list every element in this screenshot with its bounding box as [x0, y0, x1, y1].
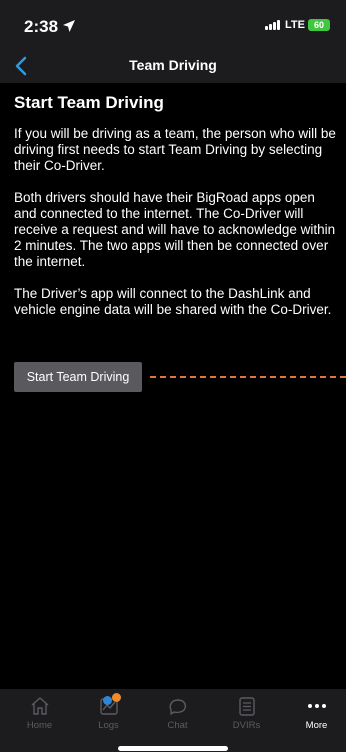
- tab-label: Logs: [98, 720, 119, 731]
- status-indicators: LTE 60: [265, 19, 330, 31]
- start-team-driving-button[interactable]: Start Team Driving: [14, 362, 142, 392]
- instruction-paragraph: If you will be driving as a team, the pe…: [14, 126, 336, 173]
- tab-logs[interactable]: Logs: [74, 693, 143, 731]
- tab-label: More: [305, 720, 328, 731]
- tab-bar: Home Logs Chat DVIRs More: [0, 689, 346, 752]
- section-heading: Start Team Driving: [14, 93, 164, 112]
- team-driving-content: Start Team Driving If you will be drivin…: [14, 93, 336, 334]
- tab-label: Chat: [167, 720, 188, 731]
- network-type: LTE: [285, 19, 305, 31]
- instruction-paragraph: Both drivers should have their BigRoad a…: [14, 190, 336, 269]
- tab-more[interactable]: More: [282, 695, 346, 731]
- status-time: 2:38: [24, 17, 59, 36]
- location-arrow-icon: [63, 20, 75, 32]
- tab-label: Home: [26, 720, 53, 731]
- status-bar: 2:38 LTE 60: [0, 0, 346, 50]
- home-icon: [31, 697, 48, 715]
- tab-home[interactable]: Home: [5, 695, 74, 731]
- dvirs-icon: [238, 697, 255, 716]
- logs-badge-blue: [103, 696, 112, 705]
- home-indicator[interactable]: [118, 746, 228, 751]
- signal-icon: [265, 20, 281, 30]
- tab-label: DVIRs: [232, 720, 261, 731]
- tab-chat[interactable]: Chat: [143, 695, 212, 731]
- logs-badge-orange: [112, 693, 121, 702]
- tab-dvirs[interactable]: DVIRs: [212, 695, 281, 731]
- page-title: Team Driving: [129, 57, 217, 73]
- chat-icon: [169, 699, 186, 715]
- annotation-dashed-line: [150, 376, 346, 378]
- instruction-paragraph: The Driver’s app will connect to the Das…: [14, 286, 332, 317]
- app-screen: 2:38 LTE 60 Team Driving Start Team Driv…: [0, 0, 346, 752]
- navigation-bar: Team Driving: [0, 50, 346, 83]
- more-icon: [307, 704, 326, 708]
- battery-icon: 60: [308, 19, 330, 31]
